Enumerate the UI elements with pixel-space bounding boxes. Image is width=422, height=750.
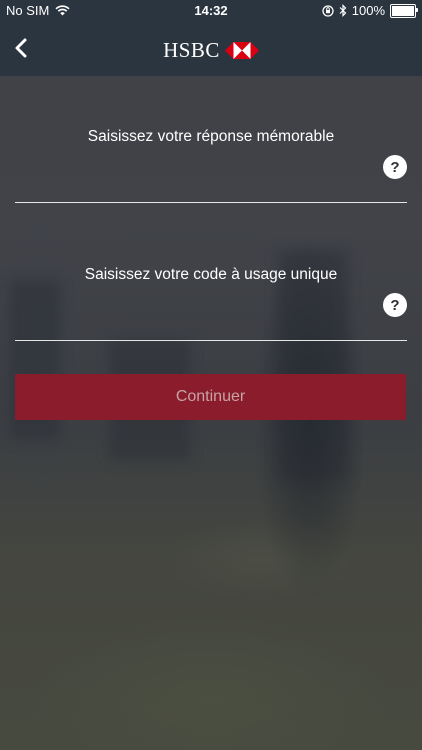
memorable-answer-label: Saisissez votre réponse mémorable [87, 128, 335, 145]
battery-level [392, 5, 414, 16]
one-time-code-label: Saisissez votre code à usage unique [84, 266, 338, 283]
battery-icon [390, 3, 418, 18]
logo-text: HSBC [163, 38, 220, 62]
battery-percent: 100% [351, 3, 385, 18]
login-form: Saisissez votre réponse mémorable ? Sais… [0, 76, 422, 750]
status-right: 100% [322, 3, 418, 18]
status-bar: No SIM 14:32 100% [0, 0, 422, 22]
hsbc-logo: HSBC [0, 38, 422, 63]
bluetooth-icon [339, 4, 347, 17]
navigation-bar: HSBC [0, 22, 422, 76]
hsbc-hexagon-logo [224, 42, 259, 59]
continue-button[interactable]: Continuer [15, 374, 406, 420]
orientation-lock-icon [322, 4, 334, 17]
one-time-code-input[interactable] [15, 310, 407, 341]
memorable-answer-input[interactable] [15, 172, 407, 203]
